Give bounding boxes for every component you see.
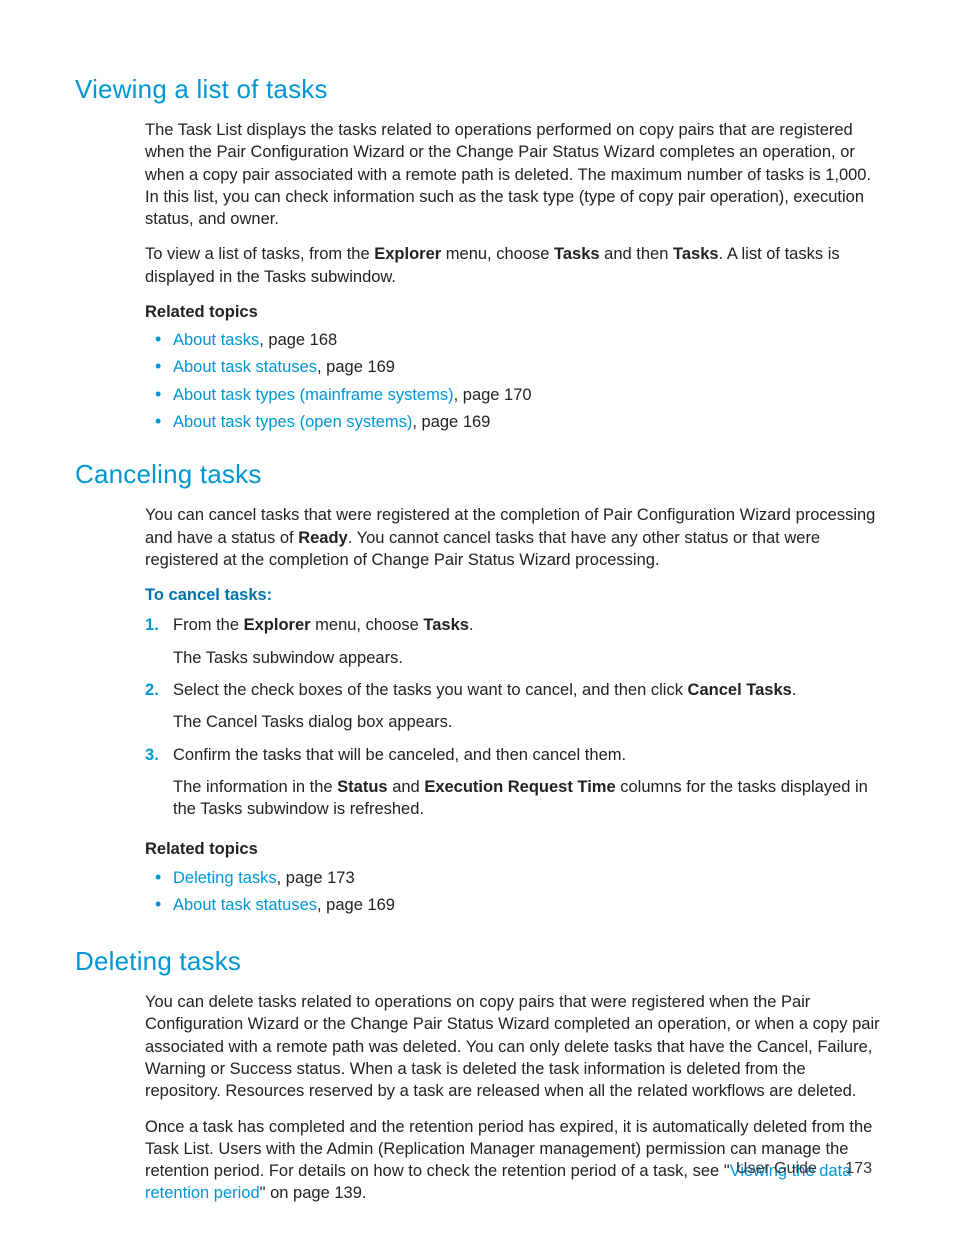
step-item: From the Explorer menu, choose Tasks. Th… bbox=[145, 614, 884, 669]
page-ref: , page 168 bbox=[259, 331, 337, 349]
related-topics-heading: Related topics bbox=[145, 301, 884, 323]
procedure-heading: To cancel tasks: bbox=[145, 584, 884, 606]
page-number: 173 bbox=[845, 1160, 872, 1177]
paragraph: You can delete tasks related to operatio… bbox=[145, 991, 884, 1102]
step-result: The information in the Status and Execut… bbox=[173, 776, 884, 821]
step-result: The Tasks subwindow appears. bbox=[173, 647, 884, 669]
link-about-task-statuses[interactable]: About task statuses bbox=[173, 896, 317, 914]
link-about-task-statuses[interactable]: About task statuses bbox=[173, 358, 317, 376]
link-about-task-types-mainframe[interactable]: About task types (mainframe systems) bbox=[173, 386, 454, 404]
section-body-canceling: You can cancel tasks that were registere… bbox=[145, 504, 884, 916]
section-body-viewing: The Task List displays the tasks related… bbox=[145, 119, 884, 433]
related-topics-list: Deleting tasks, page 173 About task stat… bbox=[145, 867, 884, 917]
heading-viewing-list-of-tasks: Viewing a list of tasks bbox=[75, 72, 884, 107]
document-page: Viewing a list of tasks The Task List di… bbox=[0, 0, 954, 1235]
step-item: Select the check boxes of the tasks you … bbox=[145, 679, 884, 734]
heading-canceling-tasks: Canceling tasks bbox=[75, 457, 884, 492]
footer-label: User Guide bbox=[736, 1160, 817, 1177]
list-item: About task statuses, page 169 bbox=[145, 894, 884, 916]
list-item: About task statuses, page 169 bbox=[145, 356, 884, 378]
page-footer: User Guide 173 bbox=[736, 1158, 872, 1180]
list-item: About task types (open systems), page 16… bbox=[145, 411, 884, 433]
heading-deleting-tasks: Deleting tasks bbox=[75, 944, 884, 979]
list-item: About tasks, page 168 bbox=[145, 329, 884, 351]
page-ref: , page 170 bbox=[454, 386, 532, 404]
page-ref: , page 169 bbox=[317, 358, 395, 376]
page-ref: , page 169 bbox=[412, 413, 490, 431]
list-item: About task types (mainframe systems), pa… bbox=[145, 384, 884, 406]
link-deleting-tasks[interactable]: Deleting tasks bbox=[173, 869, 277, 887]
step-result: The Cancel Tasks dialog box appears. bbox=[173, 711, 884, 733]
link-about-task-types-open[interactable]: About task types (open systems) bbox=[173, 413, 412, 431]
procedure-steps: From the Explorer menu, choose Tasks. Th… bbox=[145, 614, 884, 820]
paragraph: To view a list of tasks, from the Explor… bbox=[145, 243, 884, 288]
page-ref: , page 173 bbox=[277, 869, 355, 887]
step-item: Confirm the tasks that will be canceled,… bbox=[145, 744, 884, 821]
paragraph: The Task List displays the tasks related… bbox=[145, 119, 884, 230]
page-ref: , page 169 bbox=[317, 896, 395, 914]
link-about-tasks[interactable]: About tasks bbox=[173, 331, 259, 349]
related-topics-heading: Related topics bbox=[145, 838, 884, 860]
paragraph: You can cancel tasks that were registere… bbox=[145, 504, 884, 571]
related-topics-list: About tasks, page 168 About task statuse… bbox=[145, 329, 884, 433]
list-item: Deleting tasks, page 173 bbox=[145, 867, 884, 889]
